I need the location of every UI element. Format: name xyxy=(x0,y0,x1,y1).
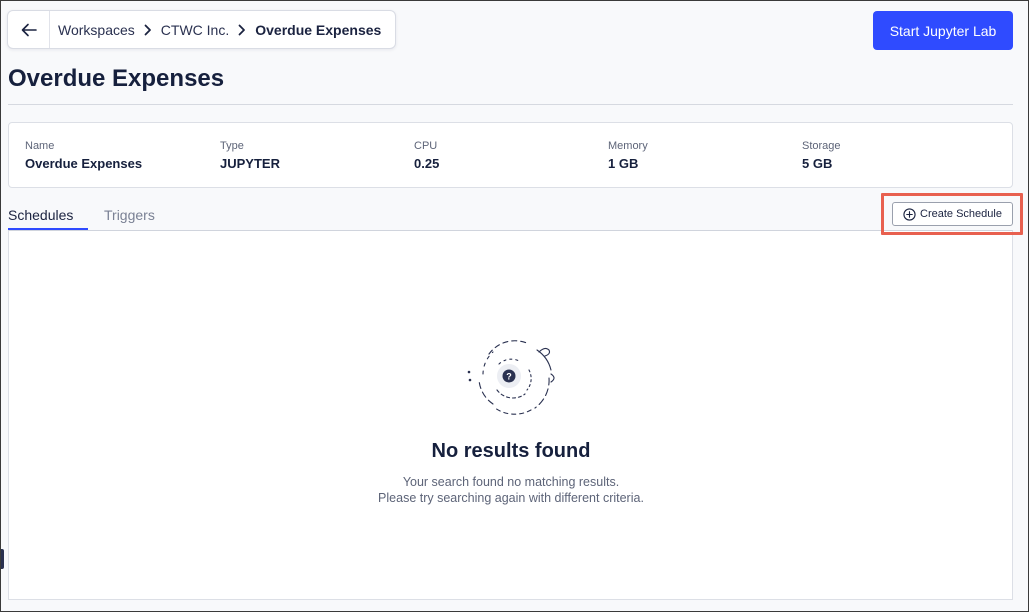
plus-circle-icon xyxy=(903,207,916,221)
empty-state-description: Your search found no matching results. P… xyxy=(1,474,1021,506)
arrow-left-icon xyxy=(21,23,37,36)
back-button[interactable] xyxy=(8,11,50,48)
info-value: Overdue Expenses xyxy=(25,156,143,171)
info-label: CPU xyxy=(414,140,438,152)
page-title: Overdue Expenses xyxy=(8,65,225,92)
info-memory: Memory 1 GB xyxy=(608,140,648,171)
breadcrumb-current: Overdue Expenses xyxy=(255,21,382,38)
breadcrumb-workspaces[interactable]: Workspaces xyxy=(58,22,135,38)
info-label: Memory xyxy=(608,140,648,152)
empty-state-line-1: Your search found no matching results. xyxy=(402,475,620,489)
start-jupyter-lab-button[interactable]: Start Jupyter Lab xyxy=(873,11,1013,50)
breadcrumb-company[interactable]: CTWC Inc. xyxy=(161,22,229,38)
question-icon: ? xyxy=(506,372,512,382)
title-divider xyxy=(8,104,1013,105)
empty-state-title: No results found xyxy=(431,440,591,462)
tab-triggers[interactable]: Triggers xyxy=(104,207,155,223)
empty-state-line-2: Please try searching again with differen… xyxy=(378,491,644,505)
create-schedule-label: Create Schedule xyxy=(920,208,1002,220)
info-type: Type JUPYTER xyxy=(220,140,280,171)
create-schedule-button[interactable]: Create Schedule xyxy=(892,202,1013,226)
info-value: JUPYTER xyxy=(220,156,280,171)
info-value: 1 GB xyxy=(608,156,639,171)
chevron-right-icon xyxy=(238,24,246,36)
info-value: 5 GB xyxy=(802,156,833,171)
side-handle xyxy=(1,549,4,569)
info-cpu: CPU 0.25 xyxy=(414,140,439,171)
tab-schedules[interactable]: Schedules xyxy=(8,207,73,223)
info-label: Type xyxy=(220,140,244,152)
workspace-info-card: Name Overdue Expenses Type JUPYTER CPU 0… xyxy=(8,122,1013,188)
info-value: 0.25 xyxy=(414,156,440,171)
info-name: Name Overdue Expenses xyxy=(25,140,142,171)
empty-state-illustration: ? xyxy=(467,340,555,415)
info-label: Name xyxy=(25,140,55,152)
info-storage: Storage 5 GB xyxy=(802,140,841,171)
breadcrumb: Workspaces CTWC Inc. Overdue Expenses xyxy=(7,10,396,49)
chevron-right-icon xyxy=(144,24,152,36)
app-window: Workspaces CTWC Inc. Overdue Expenses St… xyxy=(0,0,1029,612)
info-label: Storage xyxy=(802,140,841,152)
